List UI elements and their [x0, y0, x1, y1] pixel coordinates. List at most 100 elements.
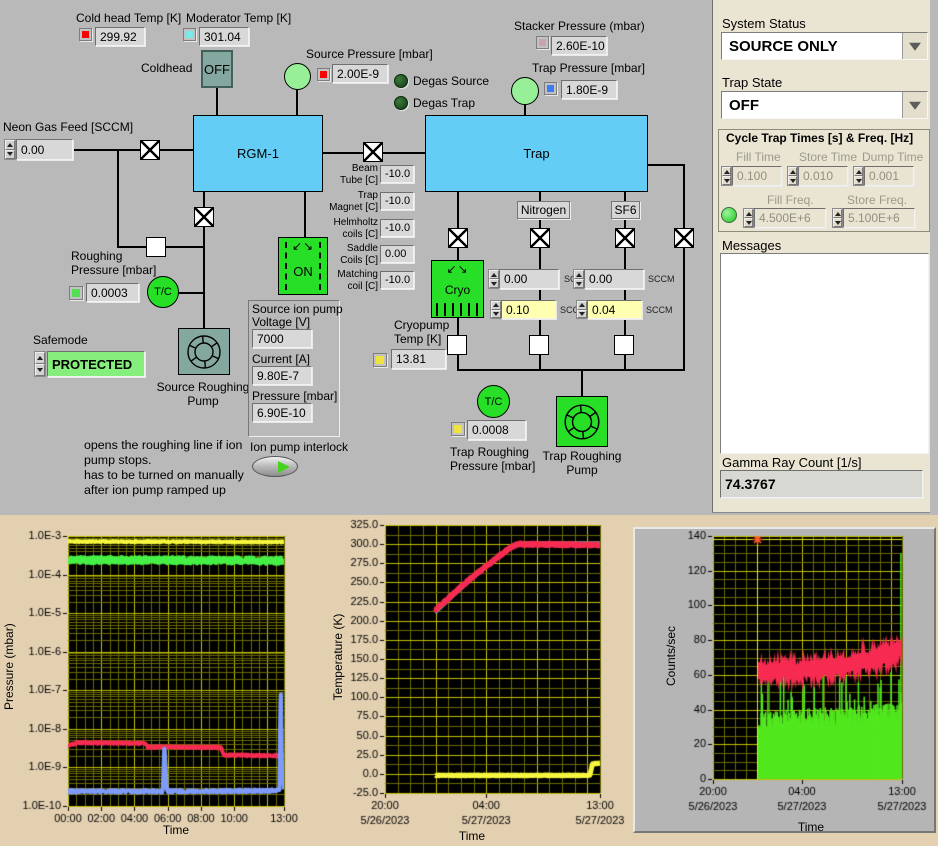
safemode-spinner[interactable] — [34, 351, 46, 377]
roughing-led[interactable] — [69, 286, 83, 300]
closed-valve-icon[interactable] — [447, 335, 467, 355]
led-color — [82, 31, 89, 38]
valve-icon[interactable] — [194, 207, 214, 227]
fill-time-input[interactable]: 0.100 — [732, 166, 782, 186]
spin-down-icon[interactable] — [722, 176, 731, 185]
safemode-value[interactable]: PROTECTED — [47, 351, 145, 377]
trap-roughing-pressure-label: Trap Roughing Pressure [mbar] — [450, 445, 535, 473]
led-color — [454, 425, 462, 433]
spin-down-icon[interactable] — [489, 279, 499, 288]
spin-up-icon[interactable] — [833, 209, 842, 218]
store-freq-spinner[interactable] — [832, 208, 843, 228]
cold-head-led[interactable] — [79, 28, 92, 41]
fill-freq-input[interactable]: 4.500E+6 — [754, 208, 826, 228]
trap-roughing-pressure-value: 0.0008 — [467, 420, 526, 440]
spin-down-icon[interactable] — [35, 364, 45, 376]
fill-freq-spinner[interactable] — [743, 208, 754, 228]
cryopump-block[interactable]: Cryo — [431, 260, 484, 318]
dump-time-input[interactable]: 0.001 — [864, 166, 914, 186]
degas-source-led[interactable] — [394, 74, 408, 88]
spin-down-icon[interactable] — [491, 310, 501, 319]
spin-up-icon[interactable] — [577, 301, 587, 310]
ion-pump-interlock-toggle[interactable] — [252, 456, 298, 477]
trap-state-label: Trap State — [722, 75, 782, 90]
ion-pump-on-block[interactable]: ON — [278, 237, 328, 295]
sf6-label: SF6 — [611, 201, 640, 219]
fill-time-spinner[interactable] — [721, 166, 732, 186]
valve-icon[interactable] — [363, 142, 383, 162]
trap-roughing-led[interactable] — [451, 422, 465, 436]
degas-trap-led[interactable] — [394, 96, 408, 110]
system-status-dropdown[interactable]: SOURCE ONLY — [721, 32, 928, 60]
spin-up-icon[interactable] — [574, 270, 584, 279]
valve-icon[interactable] — [615, 228, 635, 248]
sf6-flow-input[interactable]: 0.04 — [587, 300, 642, 319]
n2-flow-input[interactable]: 0.10 — [501, 300, 556, 319]
closed-valve-icon[interactable] — [529, 335, 549, 355]
pipe — [648, 164, 685, 166]
valve-icon[interactable] — [674, 228, 694, 248]
source-roughing-pump[interactable] — [178, 328, 230, 375]
spin-down-icon[interactable] — [788, 176, 797, 185]
messages-box[interactable] — [720, 253, 929, 454]
neon-gas-feed-input[interactable]: 0.00 — [16, 139, 73, 160]
pipe — [683, 165, 685, 370]
spin-down-icon[interactable] — [833, 218, 842, 227]
moderator-led[interactable] — [183, 28, 196, 41]
pipe — [216, 87, 218, 115]
spin-up-icon[interactable] — [489, 270, 499, 279]
cold-head-temp-label: Cold head Temp [K] — [76, 11, 181, 25]
spin-up-icon[interactable] — [5, 140, 15, 150]
ion-pump-title: Source ion pump — [252, 302, 343, 316]
n2-setpoint-input[interactable]: 0.00 — [499, 269, 559, 289]
sf6-flow-unit: SCCM — [646, 305, 673, 315]
helmholtz-coils-value: -10.0 — [380, 219, 414, 237]
source-pressure-led[interactable] — [317, 68, 330, 81]
beam-tube-label: Beam Tube [C] — [328, 163, 378, 186]
coldhead-off-button[interactable]: OFF — [201, 50, 233, 88]
chevron-down-icon[interactable] — [902, 92, 927, 118]
spin-up-icon[interactable] — [722, 167, 731, 176]
thermocouple-gauge: T/C — [147, 276, 179, 308]
trap-pressure-led[interactable] — [544, 82, 557, 95]
spin-up-icon[interactable] — [788, 167, 797, 176]
valve-icon[interactable] — [530, 228, 550, 248]
source-pressure-value: 2.00E-9 — [332, 64, 388, 83]
spin-up-icon[interactable] — [854, 167, 863, 176]
spin-down-icon[interactable] — [744, 218, 753, 227]
cryopump-temp-value: 13.81 — [391, 349, 446, 369]
spin-down-icon[interactable] — [574, 279, 584, 288]
roughing-pressure-label: Roughing Pressure [mbar] — [71, 249, 156, 277]
stacker-led[interactable] — [536, 36, 549, 49]
cryopump-led[interactable] — [373, 353, 387, 367]
dump-time-spinner[interactable] — [853, 166, 864, 186]
sf6-setpoint-input[interactable]: 0.00 — [584, 269, 644, 289]
counts-chart-ylabel: Counts/sec — [664, 608, 678, 704]
trap-roughing-pump[interactable] — [556, 396, 608, 447]
pressure-chart — [8, 518, 312, 830]
spin-up-icon[interactable] — [744, 209, 753, 218]
source-pressure-gauge — [284, 63, 311, 90]
trap-state-dropdown[interactable]: OFF — [721, 91, 928, 119]
spin-down-icon[interactable] — [5, 150, 15, 160]
chevron-down-icon[interactable] — [902, 33, 927, 59]
store-freq-input[interactable]: 5.100E+6 — [843, 208, 915, 228]
valve-icon[interactable] — [140, 140, 160, 160]
counts-chart[interactable] — [636, 530, 936, 818]
pump-rotor-icon — [184, 332, 224, 372]
store-time-input[interactable]: 0.010 — [798, 166, 848, 186]
store-time-spinner[interactable] — [787, 166, 798, 186]
spin-down-icon[interactable] — [577, 310, 587, 319]
neon-gas-feed-spinner[interactable] — [4, 139, 16, 160]
led-color — [320, 71, 327, 78]
cycle-status-led[interactable] — [721, 207, 737, 223]
split-arrow-icon — [279, 239, 327, 253]
counts-chart-xlabel: Time — [786, 820, 836, 834]
system-status-value: SOURCE ONLY — [722, 38, 902, 55]
spin-up-icon[interactable] — [35, 352, 45, 364]
spin-down-icon[interactable] — [854, 176, 863, 185]
closed-valve-icon[interactable] — [614, 335, 634, 355]
gamma-count-value: 74.3767 — [720, 470, 923, 498]
valve-icon[interactable] — [448, 228, 468, 248]
spin-up-icon[interactable] — [491, 301, 501, 310]
